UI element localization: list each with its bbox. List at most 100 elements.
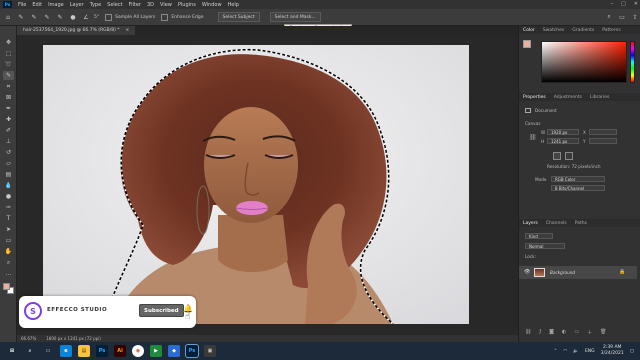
crop-tool-icon[interactable]: ⌗ xyxy=(3,82,14,91)
menu-type[interactable]: Type xyxy=(87,2,104,8)
close-window-button[interactable]: ✕ xyxy=(634,1,638,7)
brush-angle[interactable]: 5° xyxy=(94,15,99,20)
clock-date[interactable]: 3/24/2021 xyxy=(601,351,624,357)
tab-properties[interactable]: Properties xyxy=(523,95,546,100)
menu-edit[interactable]: Edit xyxy=(29,2,45,8)
link-icon[interactable]: ⛓ xyxy=(529,134,537,141)
menu-help[interactable]: Help xyxy=(225,2,242,8)
more-tools-icon[interactable]: … xyxy=(3,269,14,278)
path-selection-icon[interactable]: ➤ xyxy=(3,225,14,234)
layer-filter-select[interactable]: Kind xyxy=(525,233,553,239)
zoom-level[interactable]: 66.67% xyxy=(21,336,36,341)
brush-tool-icon[interactable]: ✐ xyxy=(3,126,14,135)
menu-window[interactable]: Window xyxy=(199,2,225,8)
layer-row-background[interactable]: 👁 Background 🔒 xyxy=(519,266,637,279)
menu-view[interactable]: View xyxy=(157,2,175,8)
workspace-icon[interactable]: ▭ xyxy=(617,13,627,21)
type-tool-icon[interactable]: T xyxy=(3,214,14,223)
color-mode-select[interactable]: RGB Color xyxy=(551,176,605,182)
green-app-icon[interactable]: ▶ xyxy=(150,345,162,357)
tab-gradients[interactable]: Gradients xyxy=(572,28,594,33)
select-subject-button[interactable]: Select Subject xyxy=(217,12,260,22)
enhance-edge-checkbox[interactable] xyxy=(161,13,169,21)
hand-tool-icon[interactable]: ✋ xyxy=(3,247,14,256)
app-icon[interactable]: ▣ xyxy=(204,345,216,357)
fx-icon[interactable]: ƒ xyxy=(539,329,541,336)
minimize-button[interactable]: – xyxy=(611,1,614,7)
y-input[interactable] xyxy=(589,138,617,144)
tab-layers[interactable]: Layers xyxy=(523,221,538,226)
quick-selection-tool-icon[interactable]: ✎ xyxy=(16,13,26,21)
shape-tool-icon[interactable]: ▭ xyxy=(3,236,14,245)
select-and-mask-button[interactable]: Select and Mask... xyxy=(269,12,321,22)
language-indicator[interactable]: ENG xyxy=(585,349,595,354)
x-input[interactable] xyxy=(589,129,617,135)
lasso-tool-icon[interactable]: ➰ xyxy=(3,60,14,69)
visibility-eye-icon[interactable]: 👁 xyxy=(524,269,530,275)
menu-select[interactable]: Select xyxy=(104,2,125,8)
file-explorer-icon[interactable]: ▤ xyxy=(78,345,90,357)
document-tab[interactable]: hair-2537564_1920.jpg @ 66.7% (RGB/8) * … xyxy=(17,26,136,35)
menu-plugins[interactable]: Plugins xyxy=(175,2,199,8)
foreground-color-swatch[interactable] xyxy=(3,283,10,290)
adjustment-layer-icon[interactable]: ◐ xyxy=(562,329,566,336)
layer-name[interactable]: Background xyxy=(550,270,575,275)
wifi-icon[interactable]: ◠ xyxy=(563,349,567,354)
menu-image[interactable]: Image xyxy=(45,2,67,8)
blend-mode-select[interactable]: Normal xyxy=(525,243,565,249)
photoshop-active-icon[interactable]: Ps xyxy=(185,344,199,358)
subtract-selection-icon[interactable]: ✎ xyxy=(55,13,65,21)
subscribed-button[interactable]: Subscribed xyxy=(139,304,184,317)
eyedropper-tool-icon[interactable]: ✒ xyxy=(3,104,14,113)
group-icon[interactable]: ▭ xyxy=(574,329,579,336)
width-input[interactable]: 1920 px xyxy=(547,129,579,135)
move-tool-icon[interactable]: ✥ xyxy=(3,38,14,47)
history-brush-icon[interactable]: ↺ xyxy=(3,148,14,157)
pen-tool-icon[interactable]: ✑ xyxy=(3,203,14,212)
healing-brush-icon[interactable]: ✚ xyxy=(3,115,14,124)
gradient-tool-icon[interactable]: ▤ xyxy=(3,170,14,179)
search-icon[interactable]: ⌕ xyxy=(604,13,614,21)
tab-adjustments[interactable]: Adjustments xyxy=(554,95,582,100)
illustrator-taskbar-icon[interactable]: Ai xyxy=(114,345,126,357)
task-view-icon[interactable]: ▭ xyxy=(42,345,54,357)
height-input[interactable]: 1241 px xyxy=(547,138,579,144)
angle-icon[interactable]: ∠ xyxy=(81,13,91,21)
document-canvas-image[interactable] xyxy=(43,45,469,324)
marquee-tool-icon[interactable]: ⬚ xyxy=(3,49,14,58)
blue-app-icon[interactable]: ◆ xyxy=(168,345,180,357)
portrait-orientation-icon[interactable] xyxy=(553,152,561,160)
bit-depth-select[interactable]: 8 Bits/Channel xyxy=(551,185,605,191)
edge-browser-icon[interactable]: e xyxy=(60,345,72,357)
tab-libraries[interactable]: Libraries xyxy=(590,95,609,100)
home-icon[interactable]: ⌂ xyxy=(3,13,13,21)
menu-layer[interactable]: Layer xyxy=(67,2,87,8)
zoom-tool-icon[interactable]: ⌕ xyxy=(3,258,14,267)
tab-channels[interactable]: Channels xyxy=(546,221,567,226)
menu-filter[interactable]: Filter xyxy=(126,2,144,8)
quick-selection-tool-icon[interactable]: ✎ xyxy=(3,71,14,80)
color-picker-field[interactable] xyxy=(541,41,627,83)
tray-up-icon[interactable]: ⌃ xyxy=(554,349,558,354)
tab-swatches[interactable]: Swatches xyxy=(543,28,565,33)
eraser-tool-icon[interactable]: ▱ xyxy=(3,159,14,168)
brush-preset-icon[interactable]: ● xyxy=(68,13,78,21)
fg-color-chip[interactable] xyxy=(523,40,531,48)
hue-slider[interactable] xyxy=(630,41,635,83)
menu-3d[interactable]: 3D xyxy=(144,2,157,8)
delete-layer-icon[interactable]: 🗑 xyxy=(600,329,606,336)
chrome-icon[interactable]: ◉ xyxy=(132,345,144,357)
volume-icon[interactable]: 🔈 xyxy=(573,349,579,354)
dodge-tool-icon[interactable]: ● xyxy=(3,192,14,201)
clone-stamp-icon[interactable]: ⊥ xyxy=(3,137,14,146)
landscape-orientation-icon[interactable] xyxy=(565,152,573,160)
sample-all-layers-checkbox[interactable] xyxy=(105,13,113,21)
photoshop-taskbar-icon[interactable]: Ps xyxy=(96,345,108,357)
notifications-icon[interactable]: ▢ xyxy=(630,349,634,354)
menu-file[interactable]: File xyxy=(15,2,29,8)
new-selection-icon[interactable]: ✎ xyxy=(29,13,39,21)
link-layers-icon[interactable]: ⛓ xyxy=(525,329,531,336)
add-selection-icon[interactable]: ✎ xyxy=(42,13,52,21)
add-mask-icon[interactable]: ◙ xyxy=(549,329,554,336)
blur-tool-icon[interactable]: 💧 xyxy=(3,181,14,190)
